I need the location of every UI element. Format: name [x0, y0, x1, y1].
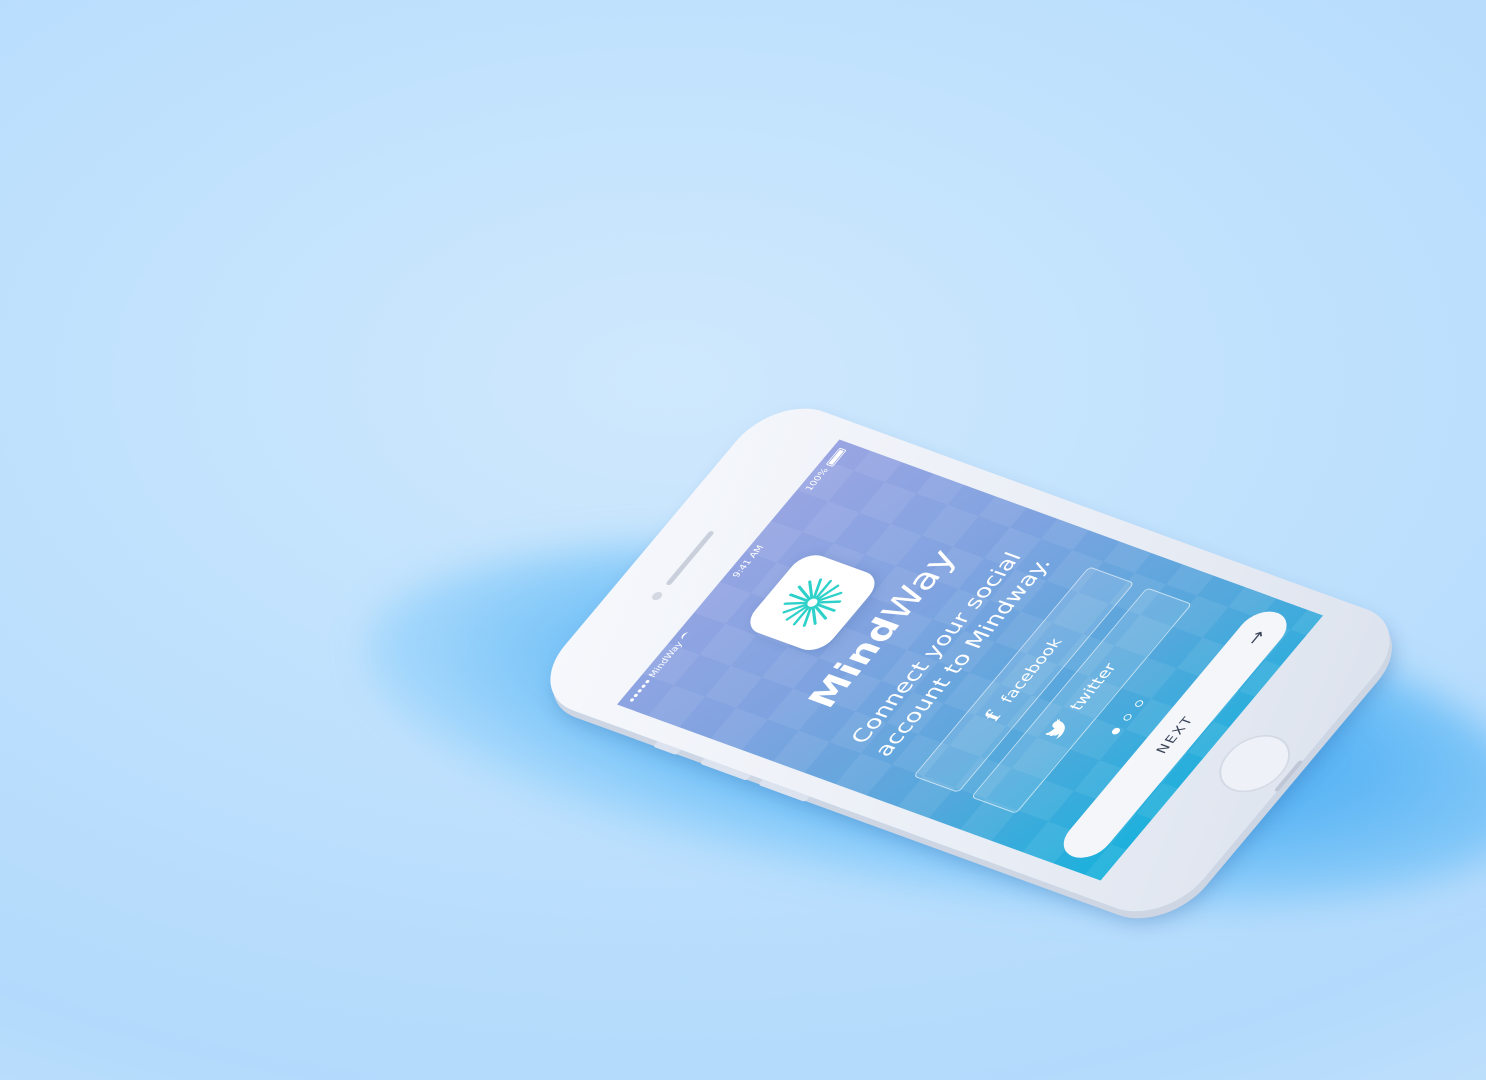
- facebook-icon: f: [979, 709, 1007, 724]
- twitter-bird-icon: [1045, 718, 1066, 739]
- arrow-right-icon: →: [1240, 626, 1272, 648]
- wifi-icon: [679, 630, 693, 641]
